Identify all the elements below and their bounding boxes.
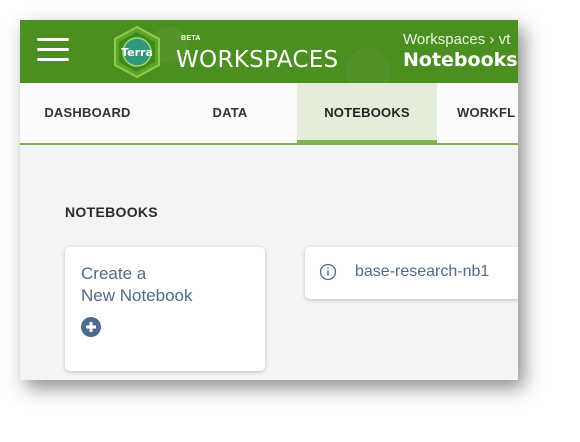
info-icon[interactable]: [319, 263, 337, 281]
create-notebook-line2: New Notebook: [81, 286, 193, 305]
create-notebook-card[interactable]: Create a New Notebook: [65, 247, 265, 371]
create-notebook-line1: Create a: [81, 264, 147, 283]
beta-badge: BETA: [181, 35, 201, 42]
plus-circle-icon[interactable]: [81, 317, 101, 337]
terra-logo[interactable]: Terra: [111, 26, 163, 78]
notebook-name[interactable]: base-research-nb1: [355, 263, 489, 281]
tab-notebooks[interactable]: NOTEBOOKS: [297, 83, 437, 145]
logo-text: Terra: [121, 46, 153, 59]
top-bar: Terra BETA WORKSPACES Workspaces › vt No…: [20, 20, 518, 83]
tab-dashboard[interactable]: DASHBOARD: [20, 83, 155, 143]
notebook-card[interactable]: base-research-nb1: [305, 247, 518, 299]
app-title[interactable]: WORKSPACES: [176, 47, 338, 73]
app-window: Terra BETA WORKSPACES Workspaces › vt No…: [20, 20, 518, 380]
create-notebook-label: Create a New Notebook: [81, 263, 251, 307]
tab-workflows[interactable]: WORKFL: [457, 83, 518, 143]
workspace-title: Notebooks: [403, 49, 518, 71]
tab-data[interactable]: DATA: [185, 83, 275, 143]
workspace-tab-bar: DASHBOARD DATA NOTEBOOKS WORKFL: [20, 83, 518, 145]
hamburger-menu-icon[interactable]: [37, 38, 69, 62]
section-title: NOTEBOOKS: [65, 204, 158, 220]
breadcrumb[interactable]: Workspaces › vt: [403, 31, 510, 48]
